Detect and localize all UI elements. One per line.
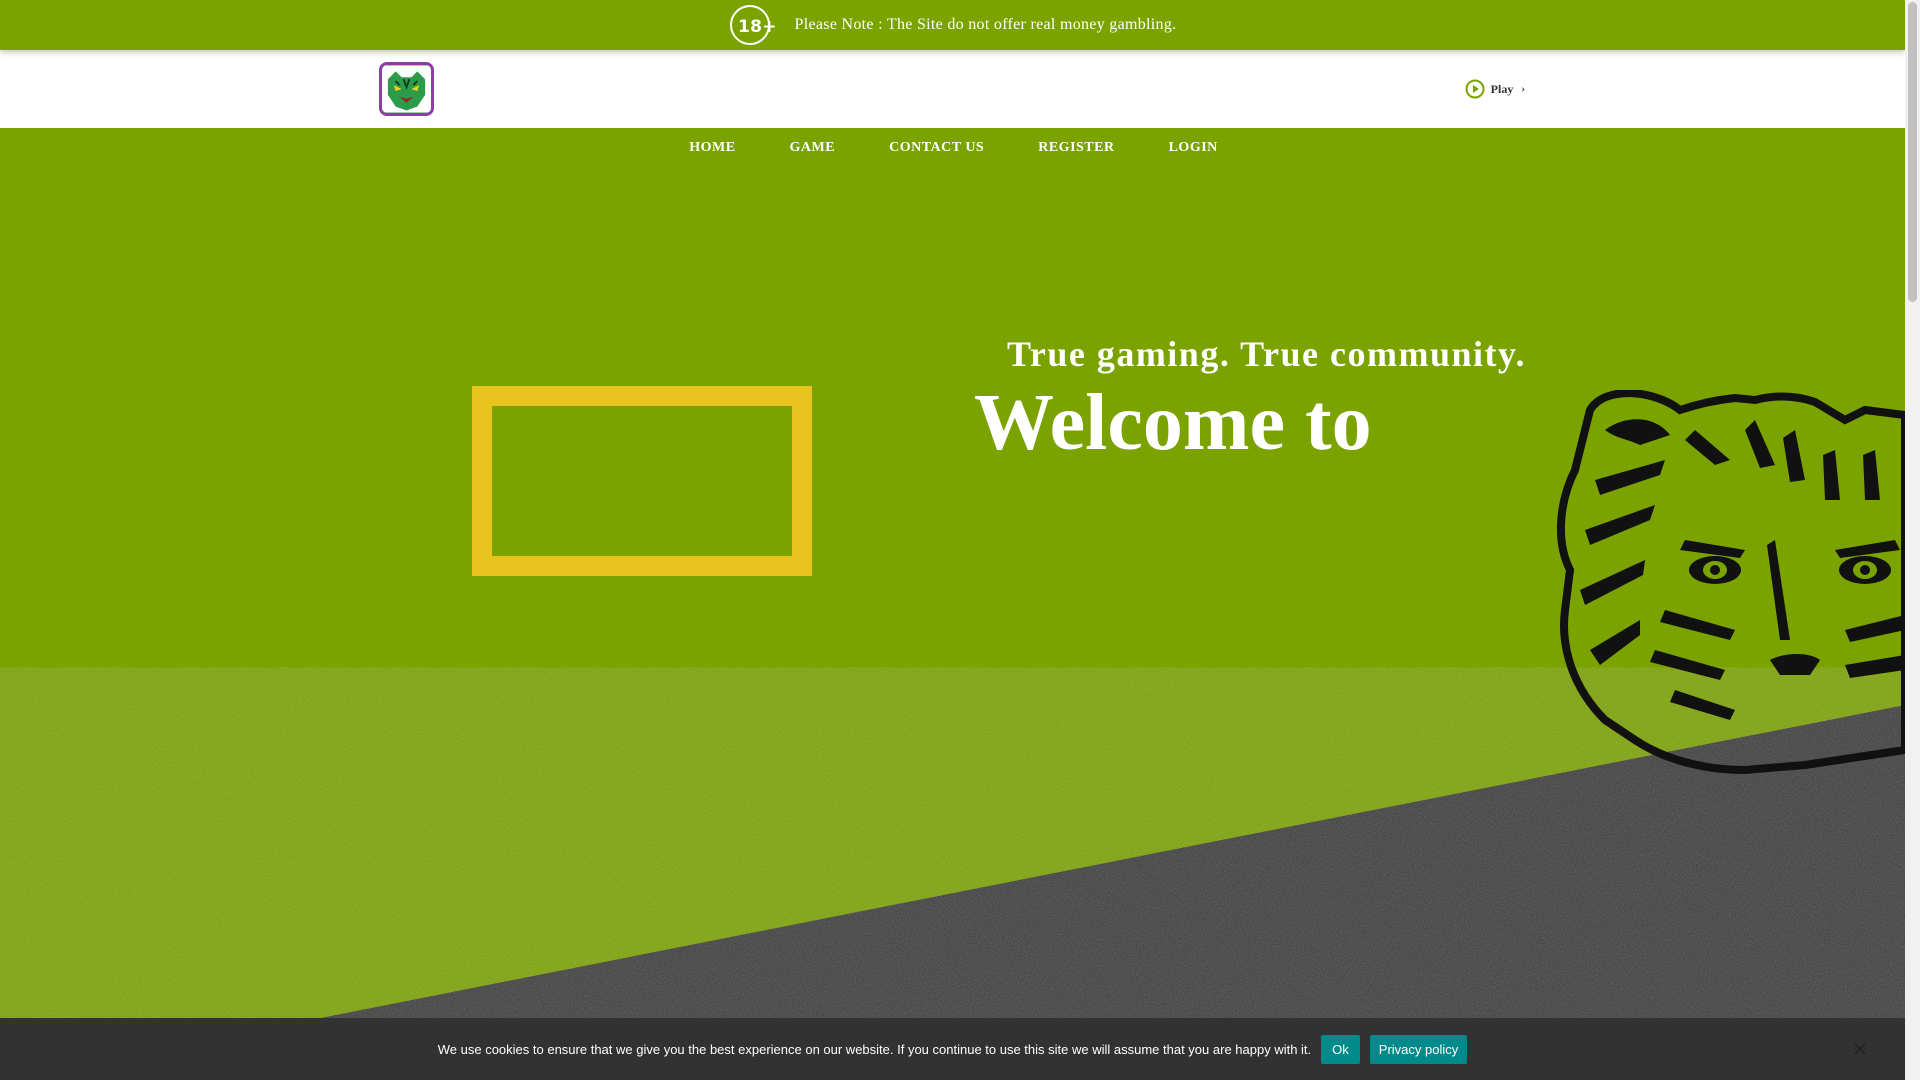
hero-yellow-frame xyxy=(472,386,812,576)
play-label: Play xyxy=(1490,81,1514,96)
scrollbar-thumb[interactable] xyxy=(1908,2,1917,302)
privacy-policy-button[interactable]: Privacy policy xyxy=(1369,1034,1468,1064)
nav-item-game[interactable]: GAME xyxy=(763,140,863,156)
cookie-consent-bar: We use cookies to ensure that we give yo… xyxy=(0,1018,1905,1080)
notice-text: Please Note : The Site do not offer real… xyxy=(794,16,1177,33)
svg-text:18+: 18+ xyxy=(738,17,777,37)
play-button[interactable]: Play › xyxy=(1465,79,1525,99)
page-scrollbar[interactable] xyxy=(1905,0,1920,1080)
hero-welcome-heading: Welcome to xyxy=(974,379,1372,467)
nav-item-home[interactable]: HOME xyxy=(662,140,762,156)
tiger-illustration xyxy=(1557,390,1905,775)
hero-tagline: True gaming. True community. xyxy=(1007,334,1526,374)
chevron-right-icon: › xyxy=(1521,83,1525,95)
nav-item-register[interactable]: REGISTER xyxy=(1011,140,1141,156)
age-notice-bar: 18+ Please Note : The Site do not offer … xyxy=(0,0,1905,50)
play-circle-icon xyxy=(1465,79,1485,99)
main-navigation: HOME GAME CONTACT US REGISTER LOGIN xyxy=(0,128,1905,168)
cookie-text: We use cookies to ensure that we give yo… xyxy=(437,1041,1312,1057)
nav-item-login[interactable]: LOGIN xyxy=(1142,140,1245,156)
cookie-ok-button[interactable]: Ok xyxy=(1321,1034,1360,1064)
age-18-plus-icon: 18+ xyxy=(729,5,777,45)
tiger-logo-icon[interactable] xyxy=(379,62,434,116)
nav-item-contact-us[interactable]: CONTACT US xyxy=(862,140,1011,156)
close-icon[interactable] xyxy=(1853,1042,1867,1056)
site-header: Play › xyxy=(353,50,1553,128)
